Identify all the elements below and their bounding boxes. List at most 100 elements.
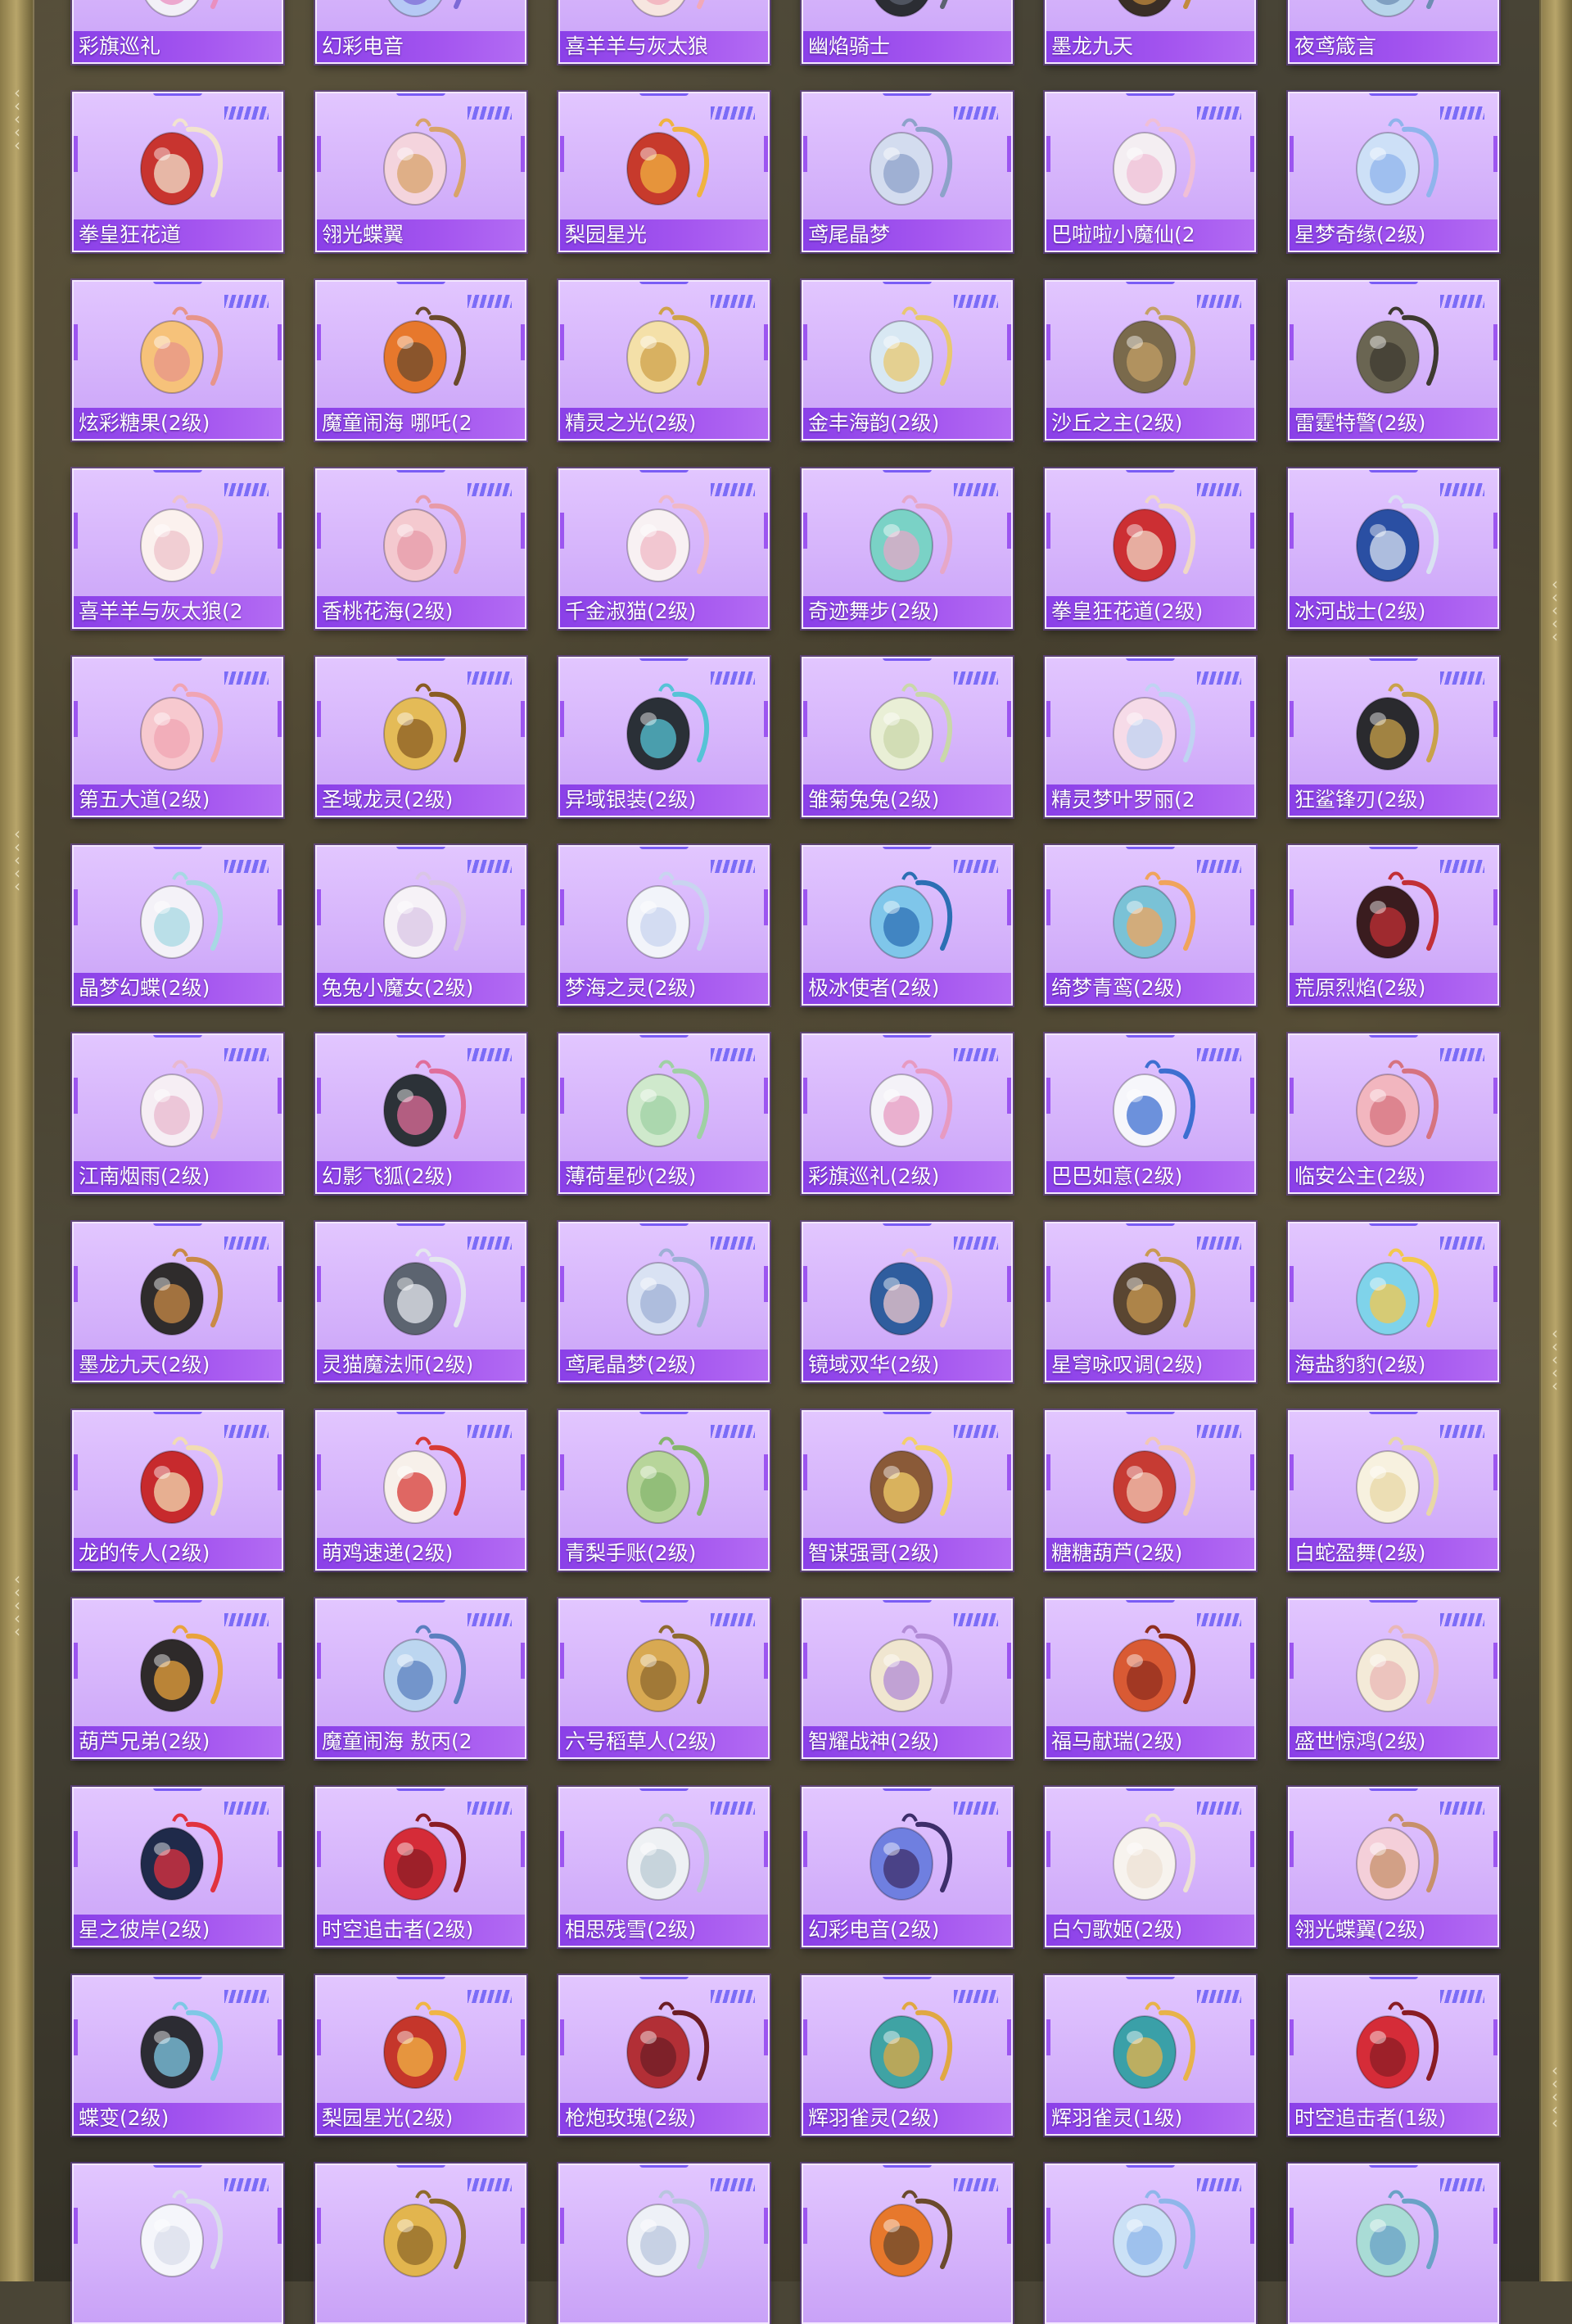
backpack-card[interactable]: 香桃花海(2级) — [315, 468, 526, 629]
backpack-card[interactable]: 彩旗巡礼 — [72, 0, 283, 64]
backpack-name-label: 魔童闹海 敖丙(2 — [317, 1726, 525, 1757]
backpack-card[interactable]: 绮梦青鸾(2级) — [1045, 845, 1256, 1006]
backpack-card[interactable]: 相思残雪(2级) — [558, 1787, 770, 1947]
backpack-card[interactable]: 枪炮玫瑰(2级) — [558, 1975, 770, 2136]
backpack-card[interactable]: 翎光蝶翼 — [315, 92, 526, 252]
backpack-card[interactable]: 精灵之光(2级) — [558, 280, 770, 441]
backpack-card[interactable] — [802, 2163, 1013, 2324]
backpack-card[interactable]: 白蛇盈舞(2级) — [1288, 1410, 1499, 1571]
backpack-card[interactable]: 喜羊羊与灰太狼(2 — [72, 468, 283, 629]
backpack-card[interactable]: 幻影飞狐(2级) — [315, 1033, 526, 1194]
backpack-card[interactable]: 雷霆特警(2级) — [1288, 280, 1499, 441]
backpack-card[interactable]: 圣域龙灵(2级) — [315, 657, 526, 817]
backpack-card[interactable]: 彩旗巡礼(2级) — [802, 1033, 1013, 1194]
right-gold-frame — [1539, 0, 1572, 2281]
backpack-card[interactable]: 辉羽雀灵(2级) — [802, 1975, 1013, 2136]
backpack-name-label: 幻彩电音(2级) — [803, 1915, 1011, 1946]
backpack-card[interactable]: 巴啦啦小魔仙(2 — [1045, 92, 1256, 252]
backpack-card[interactable]: 炫彩糖果(2级) — [72, 280, 283, 441]
backpack-card[interactable]: 千金淑猫(2级) — [558, 468, 770, 629]
backpack-card[interactable]: 幻彩电音(2级) — [802, 1787, 1013, 1947]
backpack-card[interactable]: 星梦奇缘(2级) — [1288, 92, 1499, 252]
backpack-card[interactable]: 荒原烈焰(2级) — [1288, 845, 1499, 1006]
card-top-notch — [396, 93, 445, 96]
backpack-card[interactable]: 幻彩电音 — [315, 0, 526, 64]
mint-backpack-icon — [626, 1060, 710, 1147]
backpack-card[interactable]: 福马献瑞(2级) — [1045, 1598, 1256, 1759]
swan-backpack-icon — [1356, 118, 1439, 206]
backpack-card[interactable]: 时空追击者(1级) — [1288, 1975, 1499, 2136]
card-top-notch — [1369, 1600, 1418, 1603]
backpack-card[interactable]: 糖糖葫芦(2级) — [1045, 1410, 1256, 1571]
backpack-card[interactable]: 兔兔小魔女(2级) — [315, 845, 526, 1006]
backpack-name-label: 薄荷星砂(2级) — [560, 1161, 768, 1192]
backpack-card[interactable]: 巴巴如意(2级) — [1045, 1033, 1256, 1194]
card-top-notch — [639, 282, 689, 284]
backpack-card[interactable]: 冰河战士(2级) — [1288, 468, 1499, 629]
backpack-card[interactable]: 星穹咏叹调(2级) — [1045, 1222, 1256, 1382]
card-top-notch — [153, 282, 202, 284]
backpack-card[interactable]: 萌鸡速递(2级) — [315, 1410, 526, 1571]
backpack-card[interactable]: 极冰使者(2级) — [802, 845, 1013, 1006]
backpack-card[interactable]: 梨园星光(2级) — [315, 1975, 526, 2136]
backpack-card[interactable] — [315, 2163, 526, 2324]
backpack-name-label: 枪炮玫瑰(2级) — [560, 2103, 768, 2134]
backpack-card[interactable]: 雏菊兔兔(2级) — [802, 657, 1013, 817]
backpack-card[interactable]: 金丰海韵(2级) — [802, 280, 1013, 441]
backpack-card[interactable]: 夜鸢箴言 — [1288, 0, 1499, 64]
backpack-card[interactable]: 智谋强哥(2级) — [802, 1410, 1013, 1571]
backpack-card[interactable] — [1288, 2163, 1499, 2324]
backpack-card[interactable]: 第五大道(2级) — [72, 657, 283, 817]
backpack-card[interactable] — [558, 2163, 770, 2324]
backpack-card[interactable]: 盛世惊鸿(2级) — [1288, 1598, 1499, 1759]
backpack-card[interactable]: 墨龙九天 — [1045, 0, 1256, 64]
card-top-notch — [639, 1600, 689, 1603]
frame-chevron-icon: ‹ ‹ ‹ ‹ ‹ — [1552, 1323, 1558, 1395]
backpack-card[interactable]: 龙的传人(2级) — [72, 1410, 283, 1571]
armor-backpack-icon — [870, 1625, 953, 1712]
backpack-card[interactable]: 墨龙九天(2级) — [72, 1222, 283, 1382]
backpack-card[interactable]: 梨园星光 — [558, 92, 770, 252]
backpack-card[interactable]: 葫芦兄弟(2级) — [72, 1598, 283, 1759]
backpack-card[interactable]: 灵猫魔法师(2级) — [315, 1222, 526, 1382]
backpack-card[interactable]: 时空追击者(2级) — [315, 1787, 526, 1947]
backpack-card[interactable]: 狂鲨锋刃(2级) — [1288, 657, 1499, 817]
card-top-notch — [153, 658, 202, 661]
backpack-name-label: 智谋强哥(2级) — [803, 1538, 1011, 1569]
backpack-name-label: 翎光蝶翼(2级) — [1290, 1915, 1497, 1946]
backpack-card[interactable]: 星之彼岸(2级) — [72, 1787, 283, 1947]
card-top-notch — [1126, 658, 1175, 661]
backpack-card[interactable]: 精灵梦叶罗丽(2 — [1045, 657, 1256, 817]
card-top-notch — [1126, 847, 1175, 849]
backpack-card[interactable]: 异域银装(2级) — [558, 657, 770, 817]
backpack-card[interactable]: 幽焰骑士 — [802, 0, 1013, 64]
backpack-card[interactable]: 江南烟雨(2级) — [72, 1033, 283, 1194]
backpack-card[interactable]: 海盐豹豹(2级) — [1288, 1222, 1499, 1382]
backpack-card[interactable]: 临安公主(2级) — [1288, 1033, 1499, 1194]
backpack-card[interactable]: 拳皇狂花道(2级) — [1045, 468, 1256, 629]
backpack-card[interactable]: 薄荷星砂(2级) — [558, 1033, 770, 1194]
backpack-card[interactable]: 白勺歌姬(2级) — [1045, 1787, 1256, 1947]
backpack-card[interactable]: 鸢尾晶梦(2级) — [558, 1222, 770, 1382]
backpack-card[interactable] — [1045, 2163, 1256, 2324]
backpack-card[interactable]: 梦海之灵(2级) — [558, 845, 770, 1006]
backpack-name-label: 彩旗巡礼 — [74, 31, 282, 62]
backpack-card[interactable]: 智耀战神(2级) — [802, 1598, 1013, 1759]
backpack-card[interactable]: 沙丘之主(2级) — [1045, 280, 1256, 441]
backpack-card[interactable]: 六号稻草人(2级) — [558, 1598, 770, 1759]
tech-backpack-icon — [626, 683, 710, 771]
backpack-card[interactable]: 镜域双华(2级) — [802, 1222, 1013, 1382]
backpack-card[interactable]: 奇迹舞步(2级) — [802, 468, 1013, 629]
backpack-card[interactable]: 晶梦幻蝶(2级) — [72, 845, 283, 1006]
backpack-card[interactable]: 翎光蝶翼(2级) — [1288, 1787, 1499, 1947]
backpack-card[interactable]: 鸢尾晶梦 — [802, 92, 1013, 252]
dancer-backpack-icon — [870, 495, 953, 582]
backpack-card[interactable]: 魔童闹海 哪吒(2 — [315, 280, 526, 441]
backpack-card[interactable]: 青梨手账(2级) — [558, 1410, 770, 1571]
backpack-card[interactable]: 辉羽雀灵(1级) — [1045, 1975, 1256, 2136]
backpack-card[interactable]: 蝶变(2级) — [72, 1975, 283, 2136]
backpack-card[interactable]: 魔童闹海 敖丙(2 — [315, 1598, 526, 1759]
backpack-card[interactable]: 喜羊羊与灰太狼 — [558, 0, 770, 64]
backpack-card[interactable]: 拳皇狂花道 — [72, 92, 283, 252]
backpack-card[interactable] — [72, 2163, 283, 2324]
